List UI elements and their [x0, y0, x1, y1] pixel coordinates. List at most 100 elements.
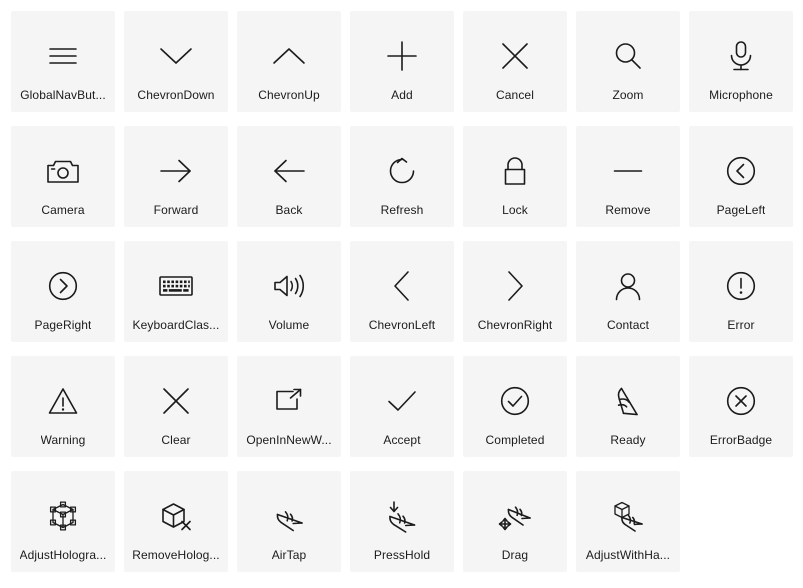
remove-icon — [606, 151, 650, 191]
icon-tile-remove-hologram[interactable]: RemoveHolog... — [124, 471, 228, 572]
chevron-right-icon — [493, 266, 537, 306]
icon-tile-label: ChevronUp — [258, 88, 320, 102]
icon-tile-label: Cancel — [496, 88, 534, 102]
icon-tile-open-in-new-window[interactable]: OpenInNewW... — [237, 356, 341, 457]
icon-tile-label: OpenInNewW... — [246, 433, 332, 447]
icon-tile-label: Lock — [502, 203, 528, 217]
icon-tile-label: PageRight — [34, 318, 92, 332]
icon-tile-global-nav-button[interactable]: GlobalNavBut... — [11, 11, 115, 112]
camera-icon — [41, 151, 85, 191]
add-icon — [380, 36, 424, 76]
icon-tile-forward[interactable]: Forward — [124, 126, 228, 227]
icon-tile-label: Accept — [383, 433, 421, 447]
icon-tile-error-badge[interactable]: ErrorBadge — [689, 356, 793, 457]
icon-tile-label: Drag — [501, 548, 529, 562]
clear-icon — [154, 381, 198, 421]
page-left-icon — [719, 151, 763, 191]
ready-icon — [606, 381, 650, 421]
icon-gallery-grid: GlobalNavBut... ChevronDown ChevronUp Add Ca… — [0, 0, 803, 588]
icon-tile-error[interactable]: Error — [689, 241, 793, 342]
remove-hologram-icon — [154, 496, 198, 536]
icon-tile-label: Zoom — [612, 88, 644, 102]
icon-tile-ready[interactable]: Ready — [576, 356, 680, 457]
icon-tile-page-right[interactable]: PageRight — [11, 241, 115, 342]
icon-tile-press-hold[interactable]: PressHold — [350, 471, 454, 572]
cancel-icon — [493, 36, 537, 76]
back-icon — [267, 151, 311, 191]
volume-icon — [267, 266, 311, 306]
icon-tile-keyboard-classic[interactable]: KeyboardClas... — [124, 241, 228, 342]
global-nav-button-icon — [41, 36, 85, 76]
drag-icon — [493, 496, 537, 536]
microphone-icon — [719, 36, 763, 76]
completed-icon — [493, 381, 537, 421]
icon-tile-label: ChevronDown — [137, 88, 215, 102]
icon-tile-chevron-left[interactable]: ChevronLeft — [350, 241, 454, 342]
icon-tile-clear[interactable]: Clear — [124, 356, 228, 457]
icon-tile-completed[interactable]: Completed — [463, 356, 567, 457]
icon-tile-microphone[interactable]: Microphone — [689, 11, 793, 112]
open-in-new-window-icon — [267, 381, 311, 421]
icon-tile-adjust-with-hand[interactable]: AdjustWithHa... — [576, 471, 680, 572]
forward-icon — [154, 151, 198, 191]
icon-tile-label: Clear — [161, 433, 191, 447]
icon-tile-label: KeyboardClas... — [132, 318, 220, 332]
icon-tile-cancel[interactable]: Cancel — [463, 11, 567, 112]
zoom-icon — [606, 36, 650, 76]
chevron-left-icon — [380, 266, 424, 306]
icon-tile-adjust-hologram[interactable]: AdjustHologra... — [11, 471, 115, 572]
icon-tile-label: ErrorBadge — [709, 433, 773, 447]
icon-tile-air-tap[interactable]: AirTap — [237, 471, 341, 572]
icon-tile-label: Back — [275, 203, 303, 217]
icon-tile-label: Forward — [153, 203, 199, 217]
icon-tile-contact[interactable]: Contact — [576, 241, 680, 342]
icon-tile-add[interactable]: Add — [350, 11, 454, 112]
icon-tile-zoom[interactable]: Zoom — [576, 11, 680, 112]
air-tap-icon — [267, 496, 311, 536]
page-right-icon — [41, 266, 85, 306]
icon-tile-label: ChevronRight — [477, 318, 553, 332]
lock-icon — [493, 151, 537, 191]
icon-tile-label: Completed — [485, 433, 545, 447]
icon-tile-label: Contact — [606, 318, 650, 332]
chevron-down-icon — [154, 36, 198, 76]
icon-tile-label: AirTap — [271, 548, 307, 562]
contact-icon — [606, 266, 650, 306]
icon-tile-page-left[interactable]: PageLeft — [689, 126, 793, 227]
icon-tile-label: Microphone — [709, 88, 773, 102]
accept-icon — [380, 381, 424, 421]
icon-tile-label: PressHold — [373, 548, 431, 562]
icon-tile-drag[interactable]: Drag — [463, 471, 567, 572]
keyboard-classic-icon — [154, 266, 198, 306]
error-icon — [719, 266, 763, 306]
icon-tile-label: ChevronLeft — [368, 318, 436, 332]
icon-tile-camera[interactable]: Camera — [11, 126, 115, 227]
icon-tile-chevron-right[interactable]: ChevronRight — [463, 241, 567, 342]
icon-tile-label: AdjustHologra... — [19, 548, 107, 562]
adjust-hologram-icon — [41, 496, 85, 536]
error-badge-icon — [719, 381, 763, 421]
icon-tile-chevron-up[interactable]: ChevronUp — [237, 11, 341, 112]
icon-tile-label: Add — [391, 88, 413, 102]
press-hold-icon — [380, 496, 424, 536]
icon-tile-chevron-down[interactable]: ChevronDown — [124, 11, 228, 112]
refresh-icon — [380, 151, 424, 191]
chevron-up-icon — [267, 36, 311, 76]
icon-tile-label: Warning — [40, 433, 86, 447]
icon-tile-lock[interactable]: Lock — [463, 126, 567, 227]
icon-tile-volume[interactable]: Volume — [237, 241, 341, 342]
icon-tile-remove[interactable]: Remove — [576, 126, 680, 227]
icon-tile-label: AdjustWithHa... — [585, 548, 671, 562]
icon-tile-accept[interactable]: Accept — [350, 356, 454, 457]
icon-tile-label: Volume — [268, 318, 310, 332]
icon-tile-label: Refresh — [380, 203, 424, 217]
icon-tile-label: PageLeft — [716, 203, 766, 217]
icon-tile-warning[interactable]: Warning — [11, 356, 115, 457]
icon-tile-label: Error — [727, 318, 755, 332]
icon-tile-label: RemoveHolog... — [132, 548, 220, 562]
icon-tile-label: Ready — [610, 433, 646, 447]
icon-tile-refresh[interactable]: Refresh — [350, 126, 454, 227]
warning-icon — [41, 381, 85, 421]
icon-tile-label: GlobalNavBut... — [20, 88, 106, 102]
icon-tile-back[interactable]: Back — [237, 126, 341, 227]
